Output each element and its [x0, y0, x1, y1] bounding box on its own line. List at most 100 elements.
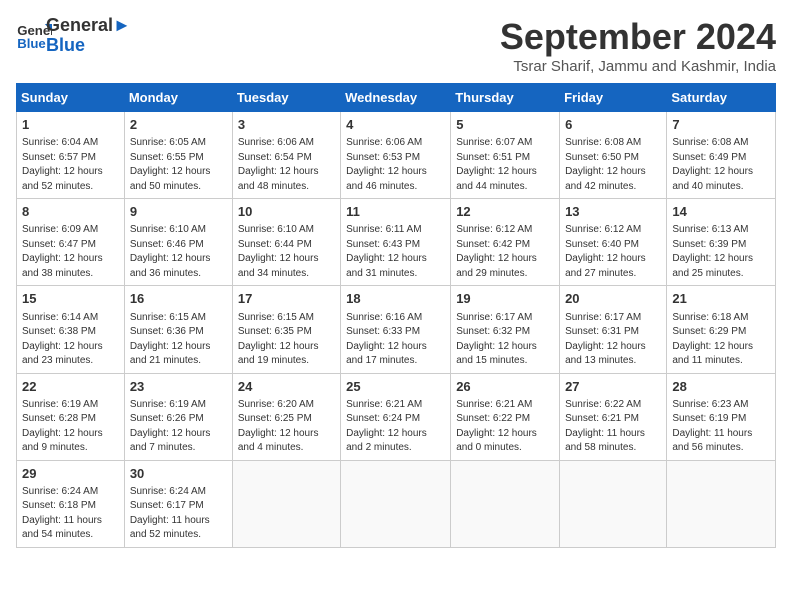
day-number: 3 [238, 116, 335, 134]
day-info: Sunrise: 6:12 AMSunset: 6:40 PMDaylight:… [565, 223, 661, 281]
calendar-cell: 14 Sunrise: 6:13 AMSunset: 6:39 PMDayligh… [667, 199, 776, 286]
day-number: 1 [22, 116, 119, 134]
weekday-header-thursday: Thursday [451, 84, 560, 112]
weekday-header-monday: Monday [124, 84, 232, 112]
day-info: Sunrise: 6:10 AMSunset: 6:44 PMDaylight:… [238, 223, 335, 281]
day-number: 9 [130, 203, 227, 221]
day-info: Sunrise: 6:15 AMSunset: 6:36 PMDaylight:… [130, 311, 227, 369]
day-number: 25 [346, 378, 445, 396]
logo-arrow-shape: ► [113, 15, 131, 35]
calendar-cell [667, 460, 776, 547]
calendar-cell: 4Sunrise: 6:06 AMSunset: 6:53 PMDaylight… [341, 112, 451, 199]
day-info: Sunrise: 6:12 AMSunset: 6:42 PMDaylight:… [456, 223, 554, 281]
calendar-cell: 18 Sunrise: 6:16 AMSunset: 6:33 PMDayligh… [341, 286, 451, 373]
calendar-cell [560, 460, 667, 547]
calendar-cell: 5 Sunrise: 6:07 AMSunset: 6:51 PMDaylight… [451, 112, 560, 199]
day-number: 4 [346, 116, 445, 134]
day-number: 26 [456, 378, 554, 396]
weekday-header-wednesday: Wednesday [341, 84, 451, 112]
calendar-week-row: 8 Sunrise: 6:09 AMSunset: 6:47 PMDaylight… [17, 199, 776, 286]
day-number: 27 [565, 378, 661, 396]
weekday-header-tuesday: Tuesday [232, 84, 340, 112]
day-number: 28 [672, 378, 770, 396]
calendar-cell: 8 Sunrise: 6:09 AMSunset: 6:47 PMDaylight… [17, 199, 125, 286]
day-info: Sunrise: 6:11 AMSunset: 6:43 PMDaylight:… [346, 223, 445, 281]
header: General Blue General► Blue September 202… [16, 16, 776, 75]
weekday-header-saturday: Saturday [667, 84, 776, 112]
calendar-cell: 13 Sunrise: 6:12 AMSunset: 6:40 PMDayligh… [560, 199, 667, 286]
day-number: 20 [565, 290, 661, 308]
day-info: Sunrise: 6:08 AMSunset: 6:49 PMDaylight:… [672, 136, 770, 194]
day-number: 11 [346, 203, 445, 221]
calendar-body: 1Sunrise: 6:04 AMSunset: 6:57 PMDaylight… [17, 112, 776, 548]
day-number: 10 [238, 203, 335, 221]
calendar-cell: 10 Sunrise: 6:10 AMSunset: 6:44 PMDayligh… [232, 199, 340, 286]
calendar-cell: 23Sunrise: 6:19 AMSunset: 6:26 PMDayligh… [124, 373, 232, 460]
day-number: 8 [22, 203, 119, 221]
day-info: Sunrise: 6:24 AMSunset: 6:17 PMDaylight:… [130, 485, 227, 543]
day-number: 5 [456, 116, 554, 134]
day-number: 18 [346, 290, 445, 308]
day-number: 19 [456, 290, 554, 308]
day-number: 2 [130, 116, 227, 134]
logo: General Blue General► Blue [16, 16, 131, 56]
logo-general: General► [46, 16, 131, 36]
day-info: Sunrise: 6:21 AMSunset: 6:22 PMDaylight:… [456, 398, 554, 456]
day-number: 13 [565, 203, 661, 221]
calendar-cell: 7 Sunrise: 6:08 AMSunset: 6:49 PMDaylight… [667, 112, 776, 199]
calendar-cell: 28 Sunrise: 6:23 AMSunset: 6:19 PMDayligh… [667, 373, 776, 460]
calendar-cell: 16Sunrise: 6:15 AMSunset: 6:36 PMDayligh… [124, 286, 232, 373]
day-info: Sunrise: 6:24 AMSunset: 6:18 PMDaylight:… [22, 485, 119, 543]
day-info: Sunrise: 6:14 AMSunset: 6:38 PMDaylight:… [22, 311, 119, 369]
calendar-cell: 12Sunrise: 6:12 AMSunset: 6:42 PMDayligh… [451, 199, 560, 286]
day-number: 24 [238, 378, 335, 396]
calendar-cell: 25 Sunrise: 6:21 AMSunset: 6:24 PMDayligh… [341, 373, 451, 460]
calendar-cell: 11 Sunrise: 6:11 AMSunset: 6:43 PMDayligh… [341, 199, 451, 286]
calendar-cell: 27 Sunrise: 6:22 AMSunset: 6:21 PMDayligh… [560, 373, 667, 460]
calendar-cell: 6 Sunrise: 6:08 AMSunset: 6:50 PMDaylight… [560, 112, 667, 199]
day-info: Sunrise: 6:22 AMSunset: 6:21 PMDaylight:… [565, 398, 661, 456]
day-info: Sunrise: 6:18 AMSunset: 6:29 PMDaylight:… [672, 311, 770, 369]
day-info: Sunrise: 6:05 AMSunset: 6:55 PMDaylight:… [130, 136, 227, 194]
location-subtitle: Tsrar Sharif, Jammu and Kashmir, India [500, 58, 776, 75]
day-info: Sunrise: 6:17 AMSunset: 6:32 PMDaylight:… [456, 311, 554, 369]
calendar-cell [341, 460, 451, 547]
day-number: 7 [672, 116, 770, 134]
calendar-cell [232, 460, 340, 547]
calendar-cell: 1Sunrise: 6:04 AMSunset: 6:57 PMDaylight… [17, 112, 125, 199]
day-info: Sunrise: 6:09 AMSunset: 6:47 PMDaylight:… [22, 223, 119, 281]
day-info: Sunrise: 6:08 AMSunset: 6:50 PMDaylight:… [565, 136, 661, 194]
day-info: Sunrise: 6:15 AMSunset: 6:35 PMDaylight:… [238, 311, 335, 369]
day-info: Sunrise: 6:07 AMSunset: 6:51 PMDaylight:… [456, 136, 554, 194]
day-info: Sunrise: 6:23 AMSunset: 6:19 PMDaylight:… [672, 398, 770, 456]
calendar-cell: 9Sunrise: 6:10 AMSunset: 6:46 PMDaylight… [124, 199, 232, 286]
calendar-cell: 17 Sunrise: 6:15 AMSunset: 6:35 PMDayligh… [232, 286, 340, 373]
calendar-cell: 29 Sunrise: 6:24 AMSunset: 6:18 PMDayligh… [17, 460, 125, 547]
day-number: 21 [672, 290, 770, 308]
calendar-cell [451, 460, 560, 547]
day-number: 14 [672, 203, 770, 221]
day-info: Sunrise: 6:13 AMSunset: 6:39 PMDaylight:… [672, 223, 770, 281]
day-number: 6 [565, 116, 661, 134]
month-title: September 2024 [500, 16, 776, 58]
calendar-cell: 24Sunrise: 6:20 AMSunset: 6:25 PMDayligh… [232, 373, 340, 460]
calendar-cell: 22Sunrise: 6:19 AMSunset: 6:28 PMDayligh… [17, 373, 125, 460]
weekday-header-friday: Friday [560, 84, 667, 112]
day-number: 15 [22, 290, 119, 308]
calendar-cell: 20 Sunrise: 6:17 AMSunset: 6:31 PMDayligh… [560, 286, 667, 373]
day-info: Sunrise: 6:16 AMSunset: 6:33 PMDaylight:… [346, 311, 445, 369]
calendar-cell: 2 Sunrise: 6:05 AMSunset: 6:55 PMDaylight… [124, 112, 232, 199]
calendar-week-row: 1Sunrise: 6:04 AMSunset: 6:57 PMDaylight… [17, 112, 776, 199]
calendar-cell: 3Sunrise: 6:06 AMSunset: 6:54 PMDaylight… [232, 112, 340, 199]
weekday-header-sunday: Sunday [17, 84, 125, 112]
calendar-cell: 30Sunrise: 6:24 AMSunset: 6:17 PMDayligh… [124, 460, 232, 547]
calendar-week-row: 22Sunrise: 6:19 AMSunset: 6:28 PMDayligh… [17, 373, 776, 460]
day-number: 17 [238, 290, 335, 308]
day-number: 29 [22, 465, 119, 483]
logo-blue: Blue [46, 36, 131, 56]
day-info: Sunrise: 6:17 AMSunset: 6:31 PMDaylight:… [565, 311, 661, 369]
day-info: Sunrise: 6:19 AMSunset: 6:28 PMDaylight:… [22, 398, 119, 456]
calendar-header-row: SundayMondayTuesdayWednesdayThursdayFrid… [17, 84, 776, 112]
calendar-week-row: 15 Sunrise: 6:14 AMSunset: 6:38 PMDayligh… [17, 286, 776, 373]
day-info: Sunrise: 6:21 AMSunset: 6:24 PMDaylight:… [346, 398, 445, 456]
